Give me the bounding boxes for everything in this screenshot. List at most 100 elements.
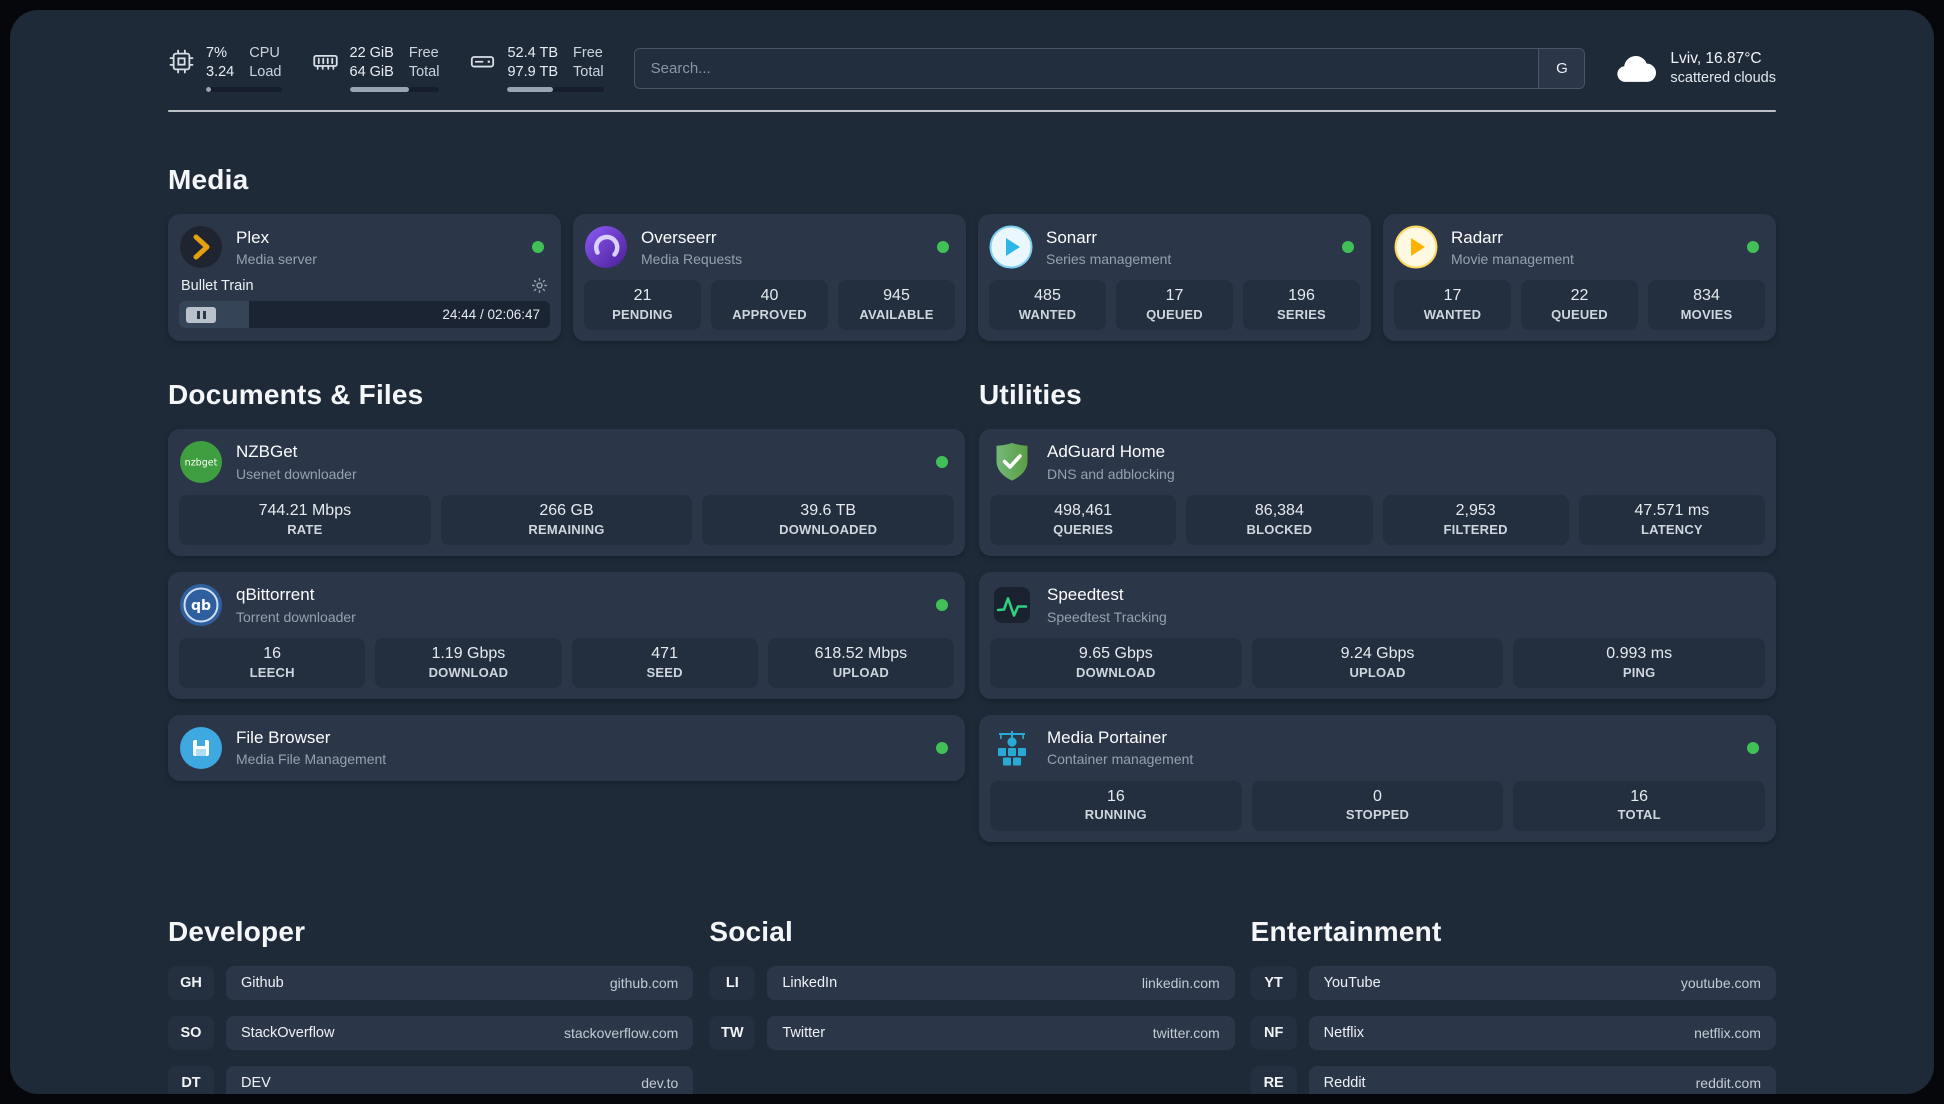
- stat-tile: 0.993 ms PING: [1513, 637, 1766, 688]
- topbar: 7% 3.24 CPU Load 22 GiB 64 GiB Free Tota…: [168, 44, 1776, 93]
- stat-tile: 16 LEECH: [179, 637, 366, 688]
- bookmark-youtube[interactable]: YT YouTube youtube.com: [1250, 965, 1776, 1000]
- stat-value: 744.21 Mbps: [258, 502, 352, 520]
- ram-free-value: 22 GiB: [349, 45, 394, 61]
- speedtest-icon: [990, 583, 1034, 627]
- svg-text:qb: qb: [191, 598, 211, 614]
- stat-value: 945: [883, 287, 910, 305]
- bookmark-linkedin[interactable]: LI LinkedIn linkedin.com: [709, 965, 1235, 1000]
- bookmark-url: netflix.com: [1694, 1024, 1761, 1041]
- status-dot: [936, 456, 948, 469]
- bookmark-url: github.com: [609, 974, 679, 991]
- stat-tile: 945 AVAILABLE: [838, 280, 955, 331]
- status-dot: [1747, 241, 1759, 254]
- section-heading-social: Social: [709, 915, 794, 947]
- stat-value: 266 GB: [539, 502, 594, 520]
- bookmark-columns: Developer GH Github github.com SO StackO…: [168, 916, 1776, 1094]
- stat-value: 16: [1106, 787, 1125, 805]
- bookmark-stackoverflow[interactable]: SO StackOverflow stackoverflow.com: [168, 1015, 694, 1050]
- stat-label: QUERIES: [1053, 521, 1114, 537]
- ram-free-label: Free: [408, 45, 439, 61]
- portainer-card[interactable]: Media Portainer Container management 16 …: [979, 714, 1776, 842]
- cpu-progress-fill: [206, 87, 212, 93]
- app-title: Sonarr: [1046, 227, 1098, 247]
- stat-label: APPROVED: [732, 306, 807, 322]
- bookmark-dev[interactable]: DT DEV dev.to: [168, 1065, 694, 1094]
- stat-label: MOVIES: [1680, 306, 1733, 322]
- app-subtitle: Movie management: [1451, 250, 1574, 267]
- stat-label: SERIES: [1277, 306, 1326, 322]
- status-dot: [936, 598, 948, 611]
- search-engine-button[interactable]: G: [1538, 48, 1585, 88]
- stat-label: AVAILABLE: [859, 306, 934, 322]
- bookmark-name: YouTube: [1323, 974, 1381, 991]
- app-subtitle: Usenet downloader: [236, 465, 357, 482]
- cpu-usage-value: 7%: [206, 45, 227, 61]
- cpu-stat: 7% 3.24 CPU Load: [168, 44, 282, 93]
- bookmark-twitter[interactable]: TW Twitter twitter.com: [709, 1015, 1235, 1050]
- bookmark-url: twitter.com: [1152, 1024, 1220, 1041]
- radarr-card[interactable]: Radarr Movie management 17 WANTED 22 QUE…: [1383, 214, 1776, 342]
- playback-time: 24:44 / 02:06:47: [442, 307, 540, 323]
- cpu-stat-body: 7% 3.24 CPU Load: [206, 44, 282, 93]
- plex-card[interactable]: Plex Media server Bullet Train 24:44 / 0…: [168, 214, 561, 342]
- status-dot: [532, 241, 544, 254]
- divider: [168, 110, 1776, 113]
- stat-label: RUNNING: [1084, 807, 1147, 823]
- nzbget-card[interactable]: nzbget NZBGet Usenet downloader 744.21 M…: [168, 429, 965, 556]
- stat-tile: 1.19 Gbps DOWNLOAD: [375, 637, 562, 688]
- cpu-load-value: 3.24: [206, 64, 235, 81]
- status-dot: [1342, 241, 1354, 254]
- bookmark-netflix[interactable]: NF Netflix netflix.com: [1250, 1015, 1776, 1050]
- bookmark-name: Reddit: [1323, 1074, 1366, 1091]
- developer-column: Developer GH Github github.com SO StackO…: [168, 916, 694, 1094]
- app-subtitle: Container management: [1047, 751, 1194, 768]
- utilities-column: Utilities AdGuard Home DNS and adblockin…: [979, 379, 1776, 858]
- qbittorrent-card[interactable]: qb qBittorrent Torrent downloader 16 LEE…: [168, 571, 965, 699]
- app-title: AdGuard Home: [1047, 442, 1166, 462]
- weather-widget: Lviv, 16.87°C scattered clouds: [1615, 50, 1776, 86]
- pause-button[interactable]: [186, 306, 216, 323]
- ram-progress-track: [349, 87, 440, 93]
- weather-location: Lviv, 16.87°C: [1670, 50, 1762, 68]
- stat-value: 47.571 ms: [1634, 502, 1710, 520]
- radarr-titles: Radarr Movie management: [1451, 228, 1574, 267]
- filebrowser-card[interactable]: File Browser Media File Management: [168, 714, 965, 781]
- nzbget-titles: NZBGet Usenet downloader: [236, 442, 357, 481]
- playback-progress-bar[interactable]: 24:44 / 02:06:47: [179, 301, 550, 329]
- documents-column: Documents & Files nzbget NZBGet Usenet d…: [168, 379, 965, 797]
- stat-label: TOTAL: [1617, 807, 1661, 823]
- media-card-row: Plex Media server Bullet Train 24:44 / 0…: [168, 214, 1776, 342]
- bookmark-github[interactable]: GH Github github.com: [168, 965, 694, 1000]
- middle-columns: Documents & Files nzbget NZBGet Usenet d…: [168, 379, 1776, 858]
- bookmark-abbr: DT: [168, 1065, 214, 1094]
- search-input[interactable]: [634, 48, 1539, 88]
- stat-tile: 22 QUEUED: [1521, 280, 1638, 331]
- radarr-icon: [1394, 225, 1438, 269]
- status-dot: [936, 741, 948, 754]
- stat-value: 0.993 ms: [1606, 644, 1673, 662]
- speedtest-card[interactable]: Speedtest Speedtest Tracking 9.65 Gbps D…: [979, 571, 1776, 699]
- disk-free-label: Free: [573, 45, 603, 61]
- stat-tile: 47.571 ms LATENCY: [1578, 495, 1765, 545]
- stat-tile: 21 PENDING: [584, 280, 701, 331]
- qbittorrent-icon: qb: [179, 583, 223, 627]
- overseerr-card[interactable]: Overseerr Media Requests 21 PENDING 40 A…: [573, 214, 966, 342]
- app-title: Radarr: [1451, 227, 1503, 247]
- stat-label: STOPPED: [1345, 807, 1410, 823]
- bookmark-name: Netflix: [1323, 1024, 1364, 1041]
- bookmark-reddit[interactable]: RE Reddit reddit.com: [1250, 1065, 1776, 1094]
- stat-tile: 86,384 BLOCKED: [1186, 495, 1373, 545]
- stat-label: DOWNLOAD: [1076, 664, 1156, 680]
- cpu-label: CPU: [249, 45, 280, 61]
- cpu-progress-track: [206, 87, 282, 93]
- qbittorrent-titles: qBittorrent Torrent downloader: [236, 585, 356, 624]
- app-title: Plex: [236, 227, 270, 247]
- bookmark-url: reddit.com: [1695, 1074, 1761, 1091]
- stat-value: 16: [1630, 787, 1649, 805]
- disk-progress-fill: [507, 87, 553, 93]
- stat-label: FILTERED: [1443, 521, 1508, 537]
- sonarr-card[interactable]: Sonarr Series management 485 WANTED 17 Q…: [978, 214, 1371, 342]
- gear-icon[interactable]: [531, 277, 548, 294]
- adguard-card[interactable]: AdGuard Home DNS and adblocking 498,461 …: [979, 429, 1776, 556]
